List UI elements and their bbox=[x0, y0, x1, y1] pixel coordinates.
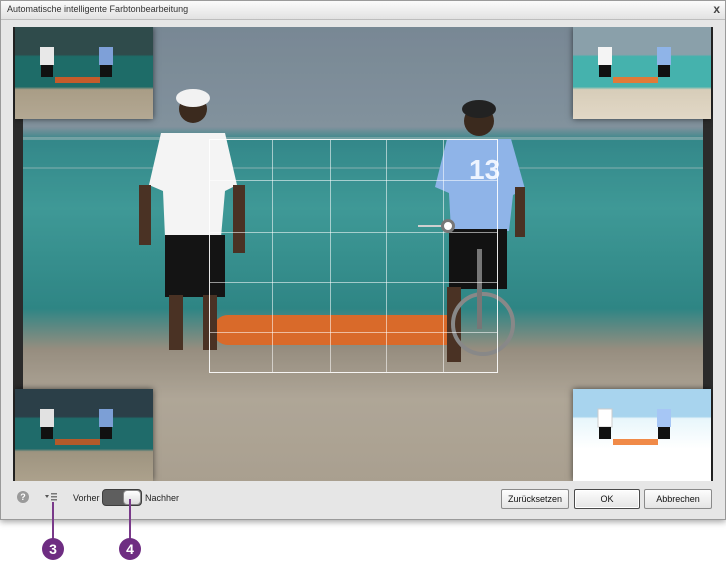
thumbnail-top-right[interactable] bbox=[573, 27, 711, 119]
callout-3-badge: 3 bbox=[42, 538, 64, 560]
callout-3-line bbox=[52, 502, 54, 540]
toggle-knob[interactable] bbox=[123, 490, 141, 505]
reset-button[interactable]: Zurücksetzen bbox=[501, 489, 569, 509]
grid-line bbox=[330, 140, 331, 372]
tone-edit-dialog: Automatische intelligente Farbtonbearbei… bbox=[0, 0, 726, 520]
grid-line bbox=[272, 140, 273, 372]
image-canvas: 13 bbox=[13, 27, 713, 481]
thumbnail-bottom-right[interactable] bbox=[573, 389, 711, 481]
thumbnail-figures bbox=[40, 409, 113, 445]
grid-line bbox=[210, 282, 497, 283]
panel-options-icon[interactable] bbox=[44, 491, 58, 503]
grid-line bbox=[210, 180, 497, 181]
grid-line bbox=[210, 332, 497, 333]
thumbnail-figures bbox=[598, 47, 671, 83]
grid-line bbox=[386, 140, 387, 372]
thumbnail-bottom-left[interactable] bbox=[15, 389, 153, 481]
adjustment-handle[interactable] bbox=[441, 219, 455, 233]
title-bar[interactable]: Automatische intelligente Farbtonbearbei… bbox=[1, 1, 725, 20]
help-icon[interactable]: ? bbox=[17, 491, 29, 503]
after-label: Nachher bbox=[145, 493, 180, 503]
slider-track bbox=[418, 225, 442, 227]
callout-4-line bbox=[129, 499, 131, 540]
crop-overlay[interactable] bbox=[209, 139, 498, 373]
before-after-toggle[interactable] bbox=[102, 489, 142, 506]
thumbnail-figures bbox=[597, 408, 671, 445]
close-icon[interactable]: x bbox=[713, 2, 720, 16]
before-label: Vorher bbox=[73, 493, 100, 503]
grid-line bbox=[210, 232, 497, 233]
grid-line bbox=[443, 140, 444, 372]
callout-4-badge: 4 bbox=[119, 538, 141, 560]
dialog-title: Automatische intelligente Farbtonbearbei… bbox=[7, 4, 189, 14]
thumbnail-figures bbox=[40, 47, 113, 83]
cancel-button[interactable]: Abbrechen bbox=[644, 489, 712, 509]
ok-button[interactable]: OK bbox=[574, 489, 640, 509]
